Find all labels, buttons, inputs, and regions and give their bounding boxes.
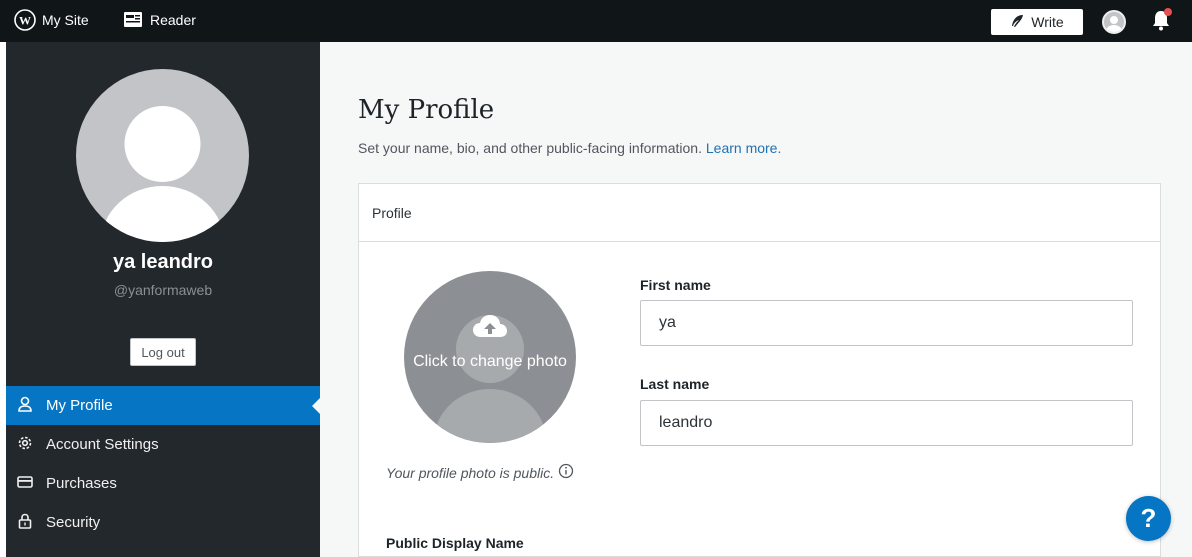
top-bar: W My Site Reader Write xyxy=(0,0,1192,42)
sidebar-item-purchases[interactable]: Purchases xyxy=(6,464,320,503)
subtitle-text: Set your name, bio, and other public-fac… xyxy=(358,140,702,156)
sidebar: ya leandro @yanformaweb Log out My Profi… xyxy=(6,42,321,557)
notification-badge xyxy=(1164,8,1172,16)
svg-text:W: W xyxy=(19,14,31,28)
quill-icon xyxy=(1010,14,1024,31)
learn-more-link[interactable]: Learn more. xyxy=(706,140,781,156)
info-icon[interactable] xyxy=(558,463,574,482)
sidebar-item-label: Account Settings xyxy=(46,436,159,453)
notifications-button[interactable] xyxy=(1150,8,1172,37)
sidebar-item-label: Purchases xyxy=(46,475,117,492)
card-title: Profile xyxy=(372,205,412,221)
logout-button[interactable]: Log out xyxy=(130,338,196,366)
wordpress-logo-icon: W xyxy=(14,9,36,31)
reader-icon xyxy=(122,9,144,31)
my-site-label: My Site xyxy=(42,12,89,28)
sidebar-item-label: Security xyxy=(46,514,101,531)
gear-icon xyxy=(16,434,34,456)
sidebar-item-account-settings[interactable]: Account Settings xyxy=(6,425,320,464)
reader-link[interactable]: Reader xyxy=(122,9,196,31)
profile-card: Profile Click to change photo Your profi… xyxy=(358,183,1161,557)
credit-card-icon xyxy=(16,473,34,495)
photo-public-note: Your profile photo is public. xyxy=(386,463,574,482)
user-avatar[interactable] xyxy=(1102,10,1126,34)
lock-icon xyxy=(16,512,34,534)
page-subtitle: Set your name, bio, and other public-fac… xyxy=(358,140,781,156)
last-name-field[interactable] xyxy=(640,400,1133,446)
write-label: Write xyxy=(1031,14,1064,30)
display-name: ya leandro xyxy=(112,251,214,273)
page-title: My Profile xyxy=(358,95,495,125)
sidebar-menu: My Profile Account Settings Purchases Se… xyxy=(6,386,321,542)
sidebar-item-security[interactable]: Security xyxy=(6,503,320,542)
change-photo-text: Click to change photo xyxy=(413,353,567,370)
public-display-name-label: Public Display Name xyxy=(386,535,524,551)
person-icon xyxy=(16,395,34,417)
profile-avatar xyxy=(76,69,249,242)
main-content: My Profile Set your name, bio, and other… xyxy=(320,42,1192,557)
write-button[interactable]: Write xyxy=(991,9,1083,35)
last-name-label: Last name xyxy=(640,376,710,392)
upload-cloud-icon xyxy=(471,313,509,348)
change-photo-button[interactable]: Click to change photo xyxy=(404,271,576,443)
photo-note-text: Your profile photo is public. xyxy=(386,464,555,481)
first-name-label: First name xyxy=(640,277,711,293)
help-button[interactable]: ? xyxy=(1126,496,1171,541)
my-site-link[interactable]: W My Site xyxy=(14,9,89,31)
first-name-field[interactable] xyxy=(640,300,1133,346)
sidebar-item-my-profile[interactable]: My Profile xyxy=(6,386,321,425)
bell-icon xyxy=(1150,11,1172,36)
reader-label: Reader xyxy=(150,12,196,28)
sidebar-item-label: My Profile xyxy=(46,397,113,414)
card-header: Profile xyxy=(359,184,1160,242)
username: @yanformaweb xyxy=(113,282,213,298)
